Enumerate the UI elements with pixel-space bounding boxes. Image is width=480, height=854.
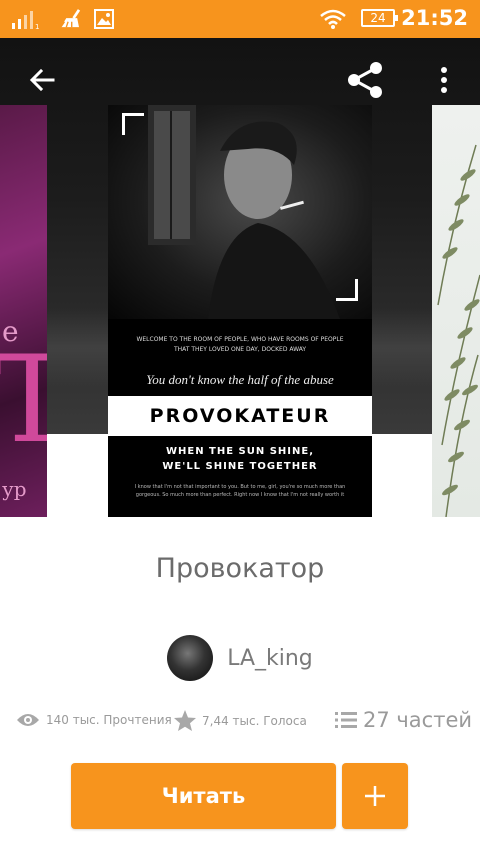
- votes-count: 7,44 тыс. Голоса: [202, 713, 307, 728]
- plus-icon: [365, 786, 385, 806]
- more-vertical-icon: [441, 67, 447, 93]
- share-button[interactable]: [346, 60, 386, 100]
- cover-tagline: WHEN THE SUN SHINE, WE'LL SHINE TOGETHER: [108, 444, 372, 474]
- read-button[interactable]: Читать: [71, 763, 336, 829]
- next-story-cover[interactable]: [432, 105, 480, 517]
- signal-icon: 1: [12, 11, 39, 29]
- cleaner-icon: [60, 9, 81, 28]
- parts-stat[interactable]: 27 частей: [335, 708, 472, 732]
- cover-welcome-text: WELCOME TO THE ROOM OF PEOPLE, WHO HAVE …: [108, 335, 372, 355]
- story-cover[interactable]: WELCOME TO THE ROOM OF PEOPLE, WHO HAVE …: [108, 105, 372, 517]
- cover-welcome-line-1: WELCOME TO THE ROOM OF PEOPLE, WHO HAVE …: [136, 336, 344, 343]
- more-options-button[interactable]: [424, 60, 464, 100]
- read-button-label: Читать: [161, 784, 246, 808]
- share-icon: [348, 62, 382, 98]
- image-notification-icon: [94, 9, 114, 29]
- reads-count: 140 тыс. Прочтения: [46, 713, 172, 727]
- svg-text:1: 1: [35, 23, 39, 29]
- star-icon: [174, 710, 196, 731]
- back-button[interactable]: [22, 60, 62, 100]
- votes-stat: 7,44 тыс. Голоса: [174, 710, 307, 731]
- author-name[interactable]: LA_king: [227, 646, 313, 671]
- cover-quote: You don't know the half of the abuse: [146, 372, 334, 387]
- author-avatar[interactable]: [167, 635, 214, 681]
- cover-portrait-image: [148, 105, 340, 319]
- parts-count[interactable]: 27 частей: [363, 708, 472, 732]
- prev-cover-letter: T: [0, 331, 47, 470]
- cover-tagline-line-2: WE'LL SHINE TOGETHER: [162, 461, 318, 472]
- cover-bracket-top-left: [122, 113, 144, 135]
- story-title: Провокатор: [155, 553, 325, 584]
- reads-stat: 140 тыс. Прочтения: [16, 712, 172, 728]
- arrow-back-icon: [29, 68, 55, 92]
- battery-indicator: 24: [361, 9, 398, 27]
- prev-cover-text-bottom: ур: [2, 477, 27, 501]
- status-time: 21:52: [401, 6, 468, 30]
- status-bar: 1 24 21:52: [0, 0, 480, 38]
- cover-welcome-line-2: THAT THEY LOVED ONE DAY, DOCKED AWAY: [173, 346, 307, 353]
- eye-icon: [17, 714, 39, 726]
- cover-title: PROVOKATEUR: [108, 396, 372, 436]
- cover-photo: [108, 105, 372, 319]
- list-icon: [335, 712, 357, 728]
- wifi-icon: [320, 9, 346, 29]
- add-to-library-button[interactable]: [342, 763, 408, 829]
- author-row[interactable]: LA_king: [0, 635, 480, 681]
- plant-leaves-image: [437, 144, 480, 517]
- previous-story-cover[interactable]: e T ур: [0, 105, 47, 517]
- cover-bracket-bottom-right: [336, 279, 358, 301]
- cover-tagline-line-1: WHEN THE SUN SHINE,: [165, 446, 315, 457]
- story-stats: 140 тыс. Прочтения 7,44 тыс. Голоса 27 ч…: [0, 708, 480, 738]
- cover-small-text: I know that I'm not that important to yo…: [134, 484, 346, 498]
